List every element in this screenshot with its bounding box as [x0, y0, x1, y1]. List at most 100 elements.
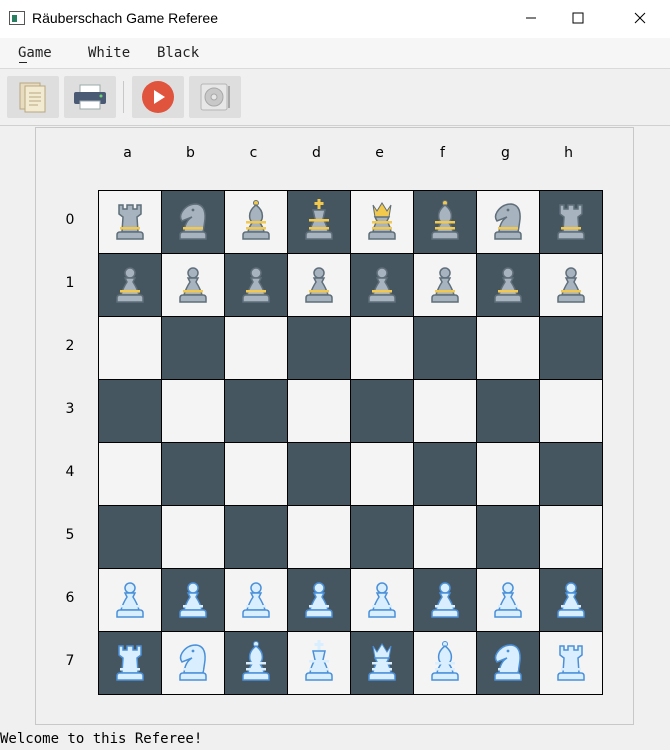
square-f5[interactable]	[414, 506, 476, 568]
white-pawn-icon[interactable]	[105, 575, 155, 625]
square-f1[interactable]	[414, 254, 476, 316]
white-knight-icon[interactable]	[168, 638, 218, 688]
square-h4[interactable]	[540, 443, 602, 505]
black-knight-icon[interactable]	[483, 197, 533, 247]
square-g5[interactable]	[477, 506, 539, 568]
minimize-button[interactable]	[508, 0, 554, 36]
maximize-button[interactable]	[555, 0, 601, 36]
new-game-button[interactable]	[7, 76, 59, 118]
square-b1[interactable]	[162, 254, 224, 316]
square-h6[interactable]	[540, 569, 602, 631]
white-pawn-icon[interactable]	[294, 575, 344, 625]
black-pawn-icon[interactable]	[420, 260, 470, 310]
black-knight-icon[interactable]	[168, 197, 218, 247]
square-c7[interactable]	[225, 632, 287, 694]
square-f6[interactable]	[414, 569, 476, 631]
square-h0[interactable]	[540, 191, 602, 253]
square-h1[interactable]	[540, 254, 602, 316]
white-pawn-icon[interactable]	[483, 575, 533, 625]
black-king-icon[interactable]	[294, 197, 344, 247]
square-g1[interactable]	[477, 254, 539, 316]
square-a5[interactable]	[99, 506, 161, 568]
square-f4[interactable]	[414, 443, 476, 505]
square-d2[interactable]	[288, 317, 350, 379]
square-f7[interactable]	[414, 632, 476, 694]
menu-game[interactable]: Game	[18, 45, 52, 61]
square-a3[interactable]	[99, 380, 161, 442]
square-e7[interactable]	[351, 632, 413, 694]
square-b7[interactable]	[162, 632, 224, 694]
white-pawn-icon[interactable]	[420, 575, 470, 625]
white-pawn-icon[interactable]	[357, 575, 407, 625]
square-d3[interactable]	[288, 380, 350, 442]
square-a2[interactable]	[99, 317, 161, 379]
square-g2[interactable]	[477, 317, 539, 379]
white-rook-icon[interactable]	[105, 638, 155, 688]
square-a1[interactable]	[99, 254, 161, 316]
square-c6[interactable]	[225, 569, 287, 631]
square-g7[interactable]	[477, 632, 539, 694]
record-button[interactable]	[189, 76, 241, 118]
square-g6[interactable]	[477, 569, 539, 631]
square-e6[interactable]	[351, 569, 413, 631]
square-e4[interactable]	[351, 443, 413, 505]
white-knight-icon[interactable]	[483, 638, 533, 688]
black-pawn-icon[interactable]	[231, 260, 281, 310]
square-c0[interactable]	[225, 191, 287, 253]
square-b2[interactable]	[162, 317, 224, 379]
black-pawn-icon[interactable]	[483, 260, 533, 310]
square-a0[interactable]	[99, 191, 161, 253]
square-d4[interactable]	[288, 443, 350, 505]
square-e2[interactable]	[351, 317, 413, 379]
white-bishop-icon[interactable]	[231, 638, 281, 688]
square-d1[interactable]	[288, 254, 350, 316]
black-pawn-icon[interactable]	[105, 260, 155, 310]
black-pawn-icon[interactable]	[546, 260, 596, 310]
square-e1[interactable]	[351, 254, 413, 316]
square-h3[interactable]	[540, 380, 602, 442]
close-button[interactable]	[617, 0, 663, 36]
square-h5[interactable]	[540, 506, 602, 568]
square-d5[interactable]	[288, 506, 350, 568]
square-e0[interactable]	[351, 191, 413, 253]
square-g0[interactable]	[477, 191, 539, 253]
black-pawn-icon[interactable]	[168, 260, 218, 310]
black-rook-icon[interactable]	[546, 197, 596, 247]
square-a6[interactable]	[99, 569, 161, 631]
square-c5[interactable]	[225, 506, 287, 568]
square-b5[interactable]	[162, 506, 224, 568]
white-rook-icon[interactable]	[546, 638, 596, 688]
square-e3[interactable]	[351, 380, 413, 442]
square-f3[interactable]	[414, 380, 476, 442]
print-button[interactable]	[64, 76, 116, 118]
black-pawn-icon[interactable]	[294, 260, 344, 310]
square-f0[interactable]	[414, 191, 476, 253]
white-queen-icon[interactable]	[357, 638, 407, 688]
square-g3[interactable]	[477, 380, 539, 442]
square-c3[interactable]	[225, 380, 287, 442]
square-g4[interactable]	[477, 443, 539, 505]
black-rook-icon[interactable]	[105, 197, 155, 247]
square-c1[interactable]	[225, 254, 287, 316]
square-h7[interactable]	[540, 632, 602, 694]
black-bishop-icon[interactable]	[420, 197, 470, 247]
white-pawn-icon[interactable]	[546, 575, 596, 625]
square-b3[interactable]	[162, 380, 224, 442]
play-button[interactable]	[132, 76, 184, 118]
square-a4[interactable]	[99, 443, 161, 505]
square-e5[interactable]	[351, 506, 413, 568]
black-bishop-icon[interactable]	[231, 197, 281, 247]
square-a7[interactable]	[99, 632, 161, 694]
square-b0[interactable]	[162, 191, 224, 253]
square-h2[interactable]	[540, 317, 602, 379]
square-d0[interactable]	[288, 191, 350, 253]
square-d6[interactable]	[288, 569, 350, 631]
white-bishop-icon[interactable]	[420, 638, 470, 688]
square-b6[interactable]	[162, 569, 224, 631]
menu-white[interactable]: White	[88, 45, 130, 61]
black-pawn-icon[interactable]	[357, 260, 407, 310]
menu-black[interactable]: Black	[157, 45, 199, 61]
black-queen-icon[interactable]	[357, 197, 407, 247]
white-pawn-icon[interactable]	[168, 575, 218, 625]
square-c4[interactable]	[225, 443, 287, 505]
